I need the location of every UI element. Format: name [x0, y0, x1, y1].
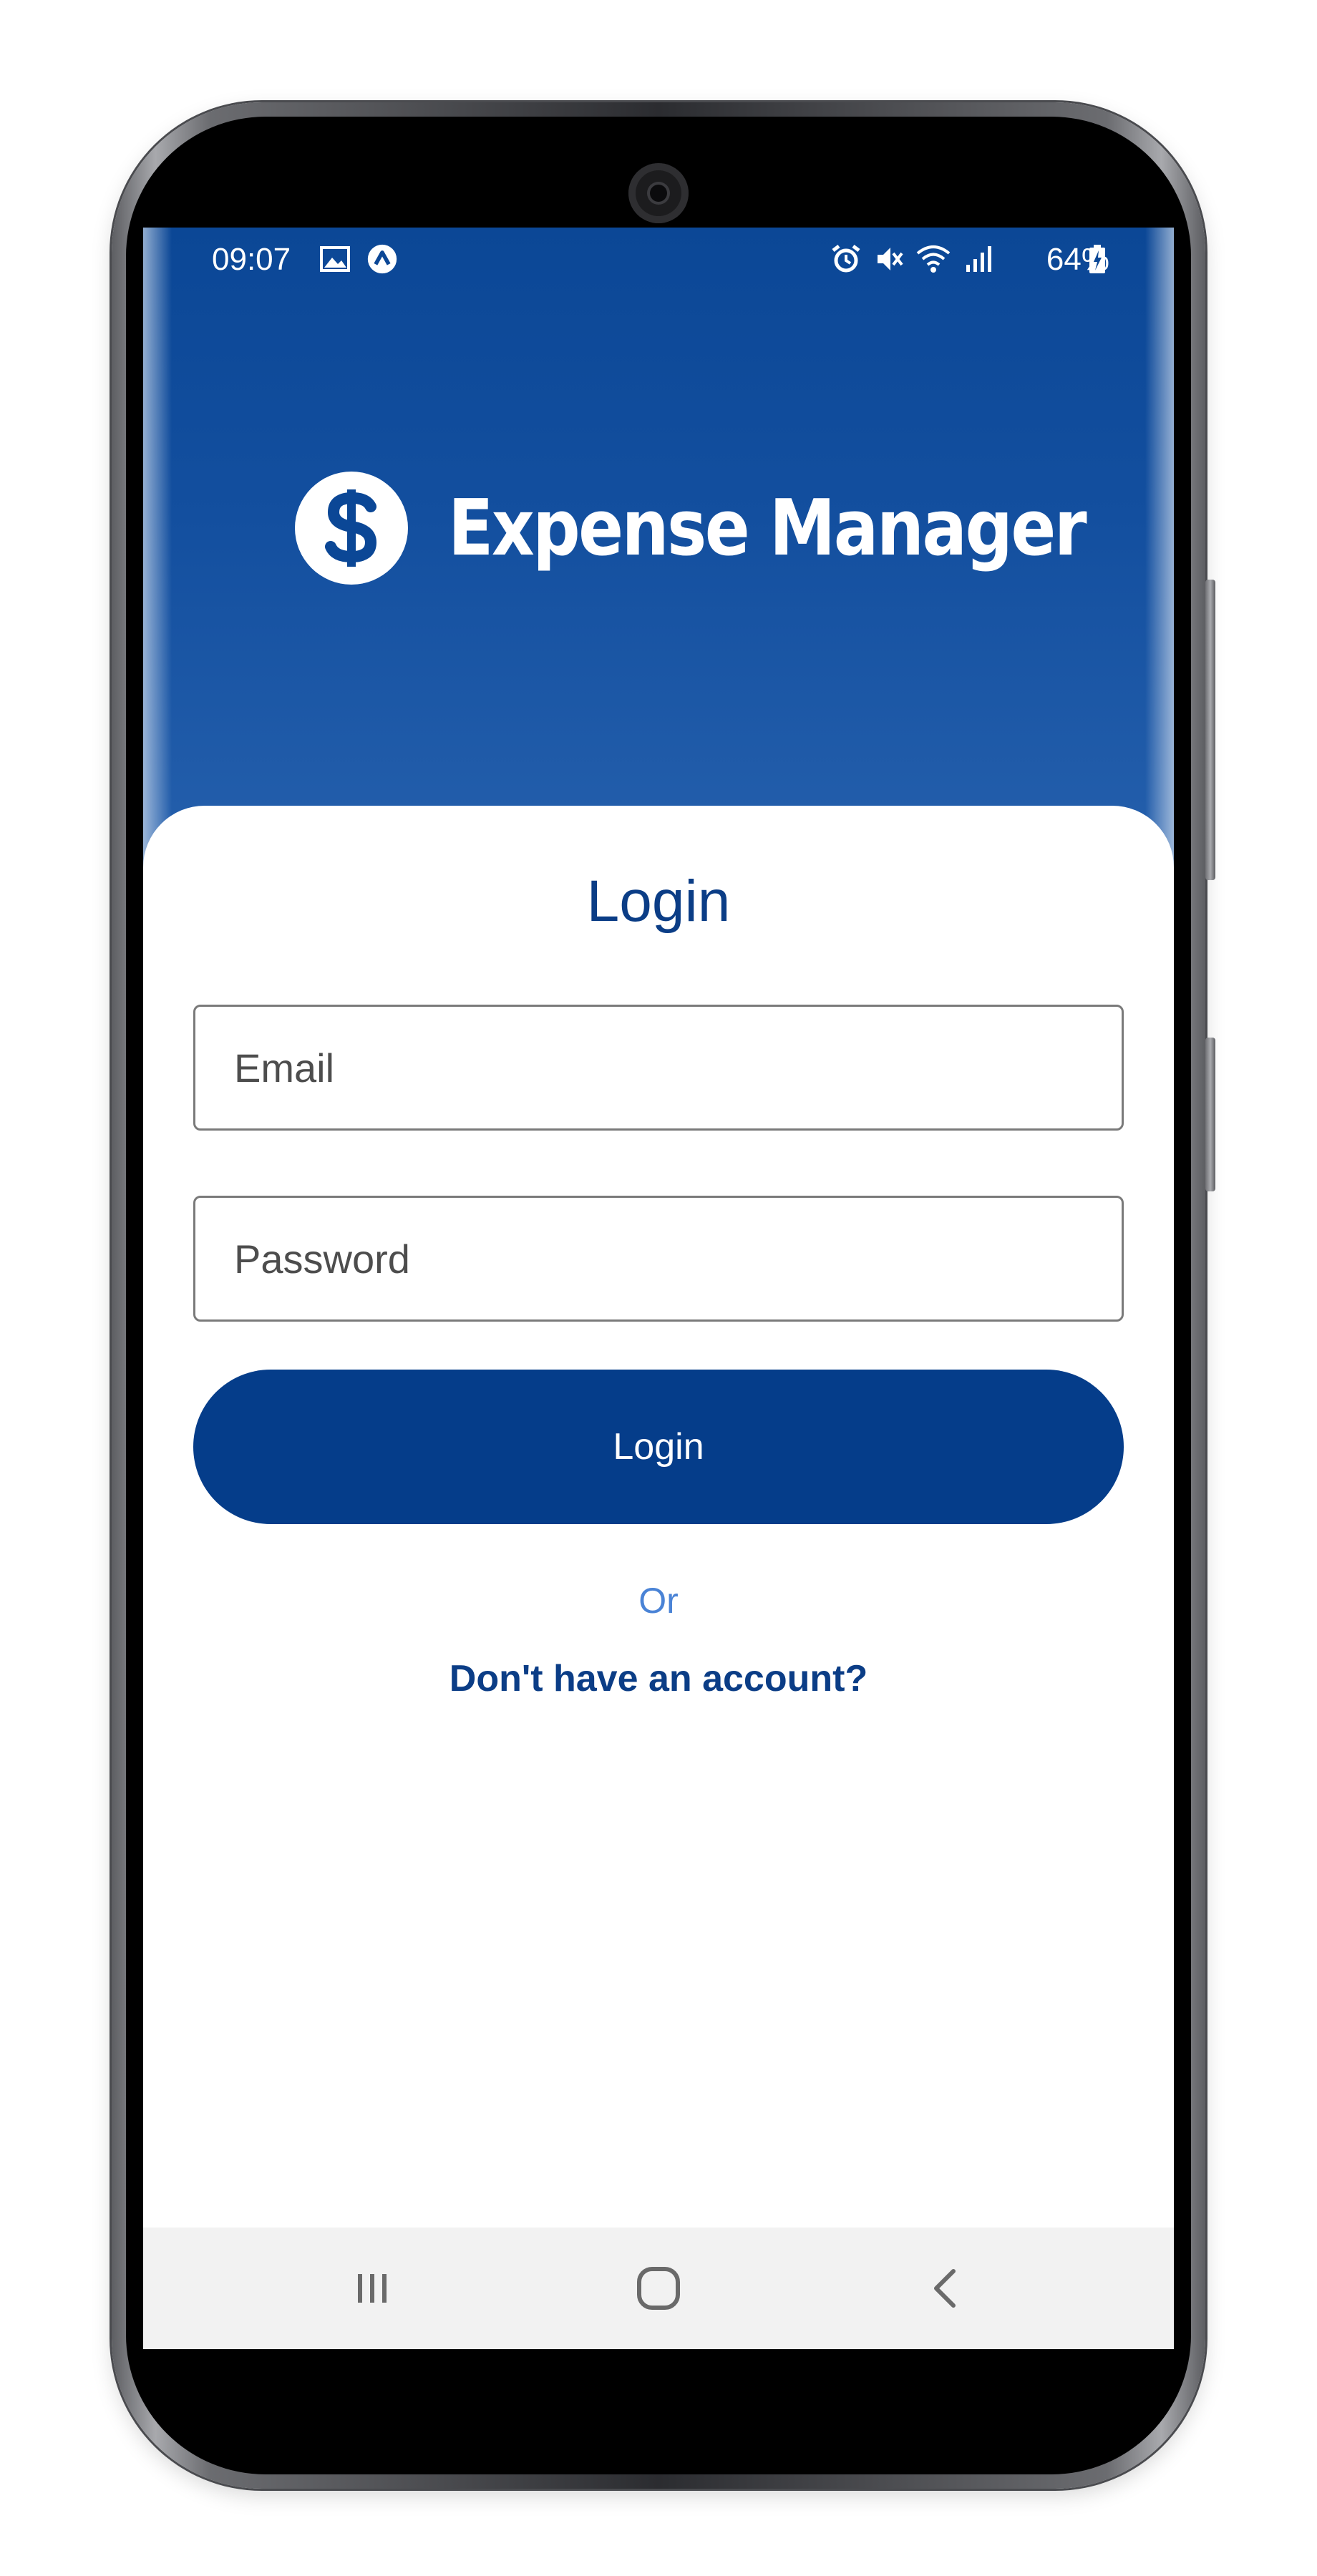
back-icon[interactable]	[910, 2256, 982, 2321]
login-title: Login	[586, 869, 731, 934]
signup-link[interactable]: Don't have an account?	[143, 1657, 1174, 1700]
home-icon[interactable]	[623, 2256, 694, 2321]
recent-apps-icon[interactable]	[336, 2256, 408, 2321]
power-button	[1205, 1038, 1215, 1191]
mute-icon	[878, 248, 903, 270]
or-divider-text: Or	[638, 1581, 679, 1621]
battery-charging-icon	[1089, 245, 1105, 273]
navigation-bar	[143, 2228, 1174, 2349]
email-field[interactable]	[195, 1007, 1122, 1128]
dollar-circle-icon	[295, 472, 408, 585]
status-bar: 09:07 64%	[143, 228, 1174, 292]
image-icon	[320, 246, 350, 272]
signal-icon	[966, 246, 991, 272]
app-name: Expense Manager	[448, 483, 1087, 573]
volume-button	[1205, 580, 1215, 880]
password-field[interactable]	[195, 1198, 1122, 1319]
app-brand: Expense Manager	[295, 472, 1174, 585]
screen: 09:07 64% Expense Manager Login Email Lo…	[143, 228, 1174, 2349]
wifi-icon	[916, 245, 951, 273]
login-button[interactable]: Login	[193, 1370, 1124, 1524]
alarm-icon	[832, 245, 860, 273]
front-camera	[628, 163, 689, 223]
app-notification-icon	[367, 244, 397, 274]
status-time: 09:07	[212, 242, 291, 277]
email-field-wrapper	[193, 1005, 1124, 1131]
password-field-wrapper	[193, 1196, 1124, 1322]
